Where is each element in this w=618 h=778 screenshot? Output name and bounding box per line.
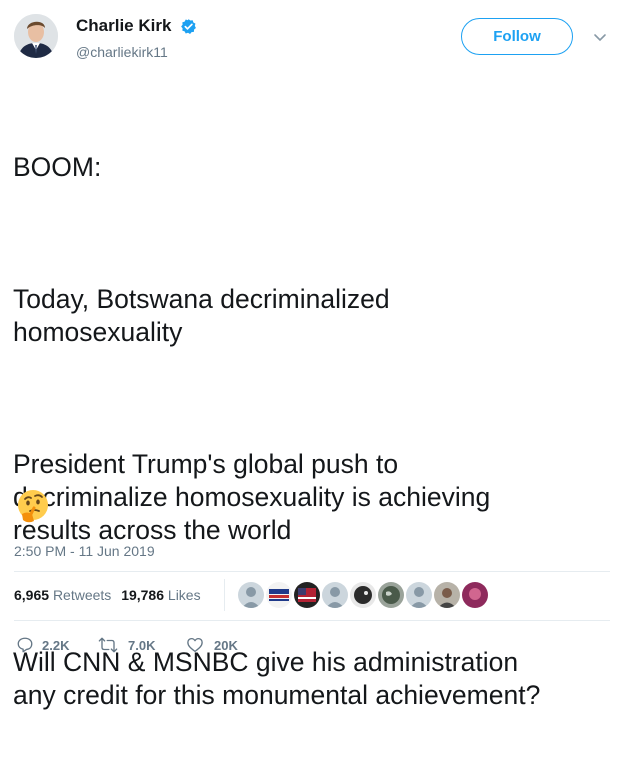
tweet-card: Charlie Kirk @charliekirk11 Follow BOOM:… [0,0,618,710]
flag-avatar-icon[interactable] [292,580,322,610]
author-name[interactable]: Charlie Kirk [76,16,171,36]
retweets-count: 6,965 [14,587,50,603]
thinking-face-icon [14,487,52,525]
like-count: 20K [214,638,238,653]
default-avatar-icon[interactable] [320,580,350,610]
author-avatar[interactable] [14,14,58,58]
heart-icon [187,637,203,653]
tweet-paragraph: Will CNN & MSNBC give his administration… [13,647,541,710]
retweets-label: Retweets [52,587,112,603]
follow-button[interactable]: Follow [461,18,573,55]
tweet-paragraph: President Trump's global push to decrimi… [13,449,491,545]
engagement-stats: 6,965 Retweets 19,786 Likes [14,586,207,604]
likes-stat[interactable]: 19,786 Likes [121,587,200,603]
tweet-text: BOOM: Today, Botswana decriminalized hom… [13,85,603,778]
verified-badge-icon [180,18,197,35]
retweet-count: 7.0K [128,638,156,653]
person-photo-avatar-icon[interactable] [432,580,462,610]
chevron-down-icon[interactable] [593,30,607,42]
likes-count: 19,786 [121,587,165,603]
likes-label: Likes [167,587,201,603]
author-handle[interactable]: @charliekirk11 [76,43,197,61]
reply-count: 2.2K [42,638,70,653]
pink-avatar-icon[interactable] [460,580,490,610]
tweet-paragraph: BOOM: [13,152,102,182]
trump-sign-avatar-icon[interactable] [264,580,294,610]
author-info: Charlie Kirk @charliekirk11 [76,16,197,61]
retweets-stat[interactable]: 6,965 Retweets [14,587,111,603]
bird-avatar-icon[interactable] [348,580,378,610]
earth-avatar-icon[interactable] [376,580,406,610]
stats-divider [224,579,225,611]
default-avatar-icon[interactable] [404,580,434,610]
default-avatar-icon[interactable] [236,580,266,610]
tweet-header: Charlie Kirk @charliekirk11 Follow [14,12,608,68]
divider [14,620,610,621]
divider [14,571,610,572]
reply-icon [17,637,33,653]
tweet-timestamp[interactable]: 2:50 PM - 11 Jun 2019 [14,543,155,559]
retweet-icon [98,637,118,653]
tweet-paragraph: Today, Botswana decriminalized homosexua… [13,284,390,347]
